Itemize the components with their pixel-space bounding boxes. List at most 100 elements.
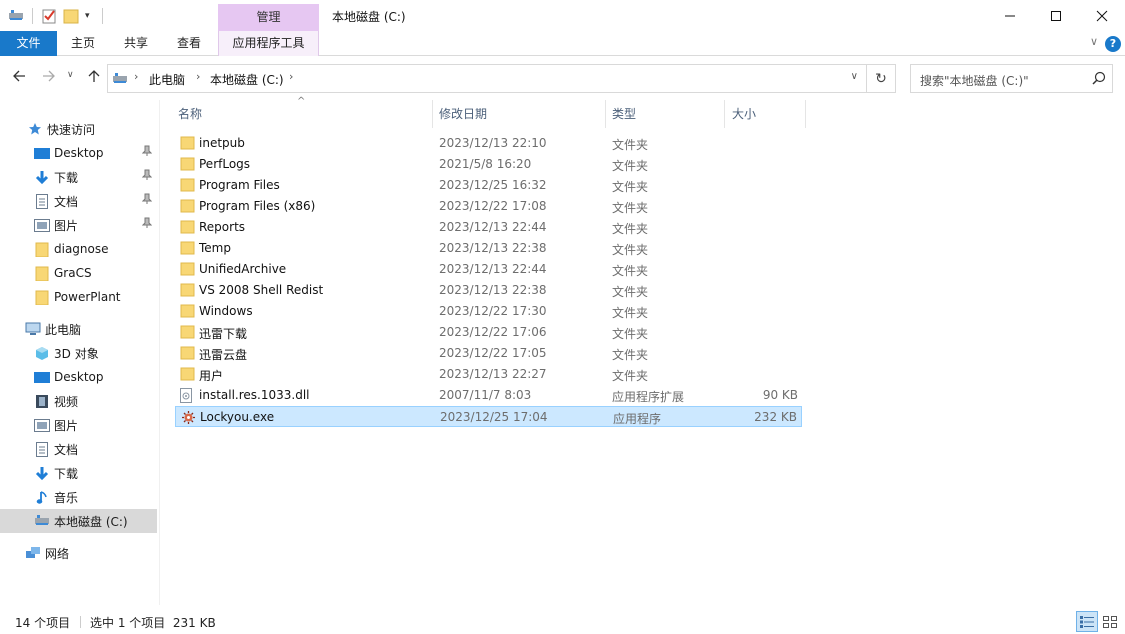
nav-pc-local-disk[interactable]: 本地磁盘 (C:): [0, 509, 157, 533]
maximize-button[interactable]: [1033, 0, 1079, 31]
file-row[interactable]: Temp 2023/12/13 22:38 文件夹: [175, 238, 802, 259]
file-row[interactable]: Windows 2023/12/22 17:30 文件夹: [175, 301, 802, 322]
column-header-date[interactable]: 修改日期: [435, 100, 605, 128]
file-row[interactable]: inetpub 2023/12/13 22:10 文件夹: [175, 133, 802, 154]
file-name: install.res.1033.dll: [199, 388, 310, 402]
tab-app-tools[interactable]: 应用程序工具: [218, 31, 319, 56]
nav-pc-3d-objects[interactable]: 3D 对象: [0, 341, 157, 365]
file-type: 文件夹: [612, 201, 649, 215]
details-view-icon: [1080, 615, 1094, 628]
file-row[interactable]: install.res.1033.dll 2007/11/7 8:03 应用程序扩展…: [175, 385, 802, 406]
breadcrumb-chevron-icon[interactable]: ›: [134, 70, 138, 83]
music-note-icon: [33, 489, 50, 505]
cube-3d-icon: [33, 345, 50, 361]
nav-quick-pictures[interactable]: 图片: [0, 213, 157, 237]
selection-info: 选中 1 个项目 231 KB: [90, 616, 216, 630]
new-folder-icon[interactable]: [63, 6, 79, 26]
file-row[interactable]: Program Files 2023/12/25 16:32 文件夹: [175, 175, 802, 196]
nav-quick-desktop[interactable]: Desktop: [0, 141, 157, 165]
file-row[interactable]: Program Files (x86) 2023/12/22 17:08 文件夹: [175, 196, 802, 217]
nav-quick-access[interactable]: 快速访问: [0, 117, 157, 141]
breadcrumb-this-pc[interactable]: 此电脑: [149, 71, 185, 88]
pin-icon[interactable]: [141, 145, 153, 160]
pin-icon[interactable]: [141, 217, 153, 232]
folder-icon: [180, 367, 195, 381]
search-box[interactable]: 搜索"本地磁盘 (C:)": [910, 64, 1113, 93]
tab-file[interactable]: 文件: [0, 31, 57, 56]
minimize-button[interactable]: [987, 0, 1033, 31]
exe-file-icon: [181, 410, 196, 424]
search-input[interactable]: 搜索"本地磁盘 (C:)": [920, 72, 1029, 89]
large-icons-view-button[interactable]: [1099, 611, 1121, 632]
pin-icon[interactable]: [141, 193, 153, 208]
title-bar: ▾ 管理 本地磁盘 (C:): [0, 0, 1125, 31]
breadcrumb-chevron-icon[interactable]: ›: [289, 70, 293, 83]
nav-this-pc[interactable]: 此电脑: [0, 317, 157, 341]
pin-icon[interactable]: [141, 169, 153, 184]
file-date: 2023/12/25 17:04: [440, 410, 548, 424]
close-button[interactable]: [1079, 0, 1125, 31]
back-arrow-icon[interactable]: [12, 69, 26, 87]
nav-quick-downloads[interactable]: 下载: [0, 165, 157, 189]
tab-share[interactable]: 共享: [116, 31, 156, 56]
details-view-button[interactable]: [1076, 611, 1098, 632]
nav-quick-documents[interactable]: 文档: [0, 189, 157, 213]
forward-arrow-icon[interactable]: [42, 69, 56, 87]
nav-pc-desktop[interactable]: Desktop: [0, 365, 157, 389]
file-row[interactable]: 迅雷云盘 2023/12/22 17:05 文件夹: [175, 343, 802, 364]
nav-pc-music[interactable]: 音乐: [0, 485, 157, 509]
up-arrow-icon[interactable]: [87, 69, 101, 87]
nav-label: 下载: [54, 466, 79, 481]
refresh-button[interactable]: ↻: [867, 64, 896, 93]
column-header-type[interactable]: 类型: [608, 100, 724, 128]
file-name: 迅雷云盘: [199, 348, 248, 362]
file-date: 2023/12/13 22:38: [439, 283, 547, 297]
pane-divider[interactable]: [159, 100, 160, 605]
file-row[interactable]: 迅雷下载 2023/12/22 17:06 文件夹: [175, 322, 802, 343]
nav-label: 本地磁盘 (C:): [54, 514, 128, 529]
file-row[interactable]: Reports 2023/12/13 22:44 文件夹: [175, 217, 802, 238]
nav-quick-diagnose[interactable]: diagnose: [0, 237, 157, 261]
nav-label: Desktop: [54, 370, 104, 384]
nav-pc-downloads[interactable]: 下载: [0, 461, 157, 485]
help-button[interactable]: ?: [1105, 36, 1121, 52]
file-type: 文件夹: [612, 159, 649, 173]
nav-quick-powerplant[interactable]: PowerPlant: [0, 285, 157, 309]
column-header-name[interactable]: 名称: [174, 100, 432, 128]
file-type: 文件夹: [612, 264, 649, 278]
network-icon: [24, 545, 41, 561]
document-icon: [33, 441, 50, 457]
folder-icon: [180, 283, 195, 297]
drive-icon: [112, 72, 128, 89]
file-row[interactable]: 用户 2023/12/13 22:27 文件夹: [175, 364, 802, 385]
file-row[interactable]: UnifiedArchive 2023/12/13 22:44 文件夹: [175, 259, 802, 280]
pictures-icon: [33, 417, 50, 433]
file-date: 2021/5/8 16:20: [439, 157, 532, 171]
nav-quick-gracs[interactable]: GraCS: [0, 261, 157, 285]
file-row[interactable]: VS 2008 Shell Redist 2023/12/13 22:38 文件夹: [175, 280, 802, 301]
expand-ribbon-chevron-icon[interactable]: ∨: [1090, 35, 1098, 48]
tab-view[interactable]: 查看: [169, 31, 209, 56]
file-row[interactable]: Lockyou.exe 2023/12/25 17:04 应用程序 232 KB: [175, 406, 802, 427]
nav-network[interactable]: 网络: [0, 541, 157, 565]
nav-label: Desktop: [54, 146, 104, 160]
nav-pc-pictures[interactable]: 图片: [0, 413, 157, 437]
tab-home[interactable]: 主页: [63, 31, 103, 56]
file-type: 文件夹: [612, 327, 649, 341]
address-history-chevron-icon[interactable]: ∨: [851, 71, 858, 82]
breadcrumb-chevron-icon[interactable]: ›: [196, 70, 200, 83]
nav-pc-documents[interactable]: 文档: [0, 437, 157, 461]
file-date: 2007/11/7 8:03: [439, 388, 532, 402]
nav-pc-videos[interactable]: 视频: [0, 389, 157, 413]
file-name: PerfLogs: [199, 157, 251, 171]
manage-tab[interactable]: 管理: [218, 4, 319, 31]
search-icon[interactable]: [1092, 71, 1106, 88]
breadcrumb-local-disk[interactable]: 本地磁盘 (C:): [210, 71, 284, 88]
file-row[interactable]: PerfLogs 2021/5/8 16:20 文件夹: [175, 154, 802, 175]
address-bar[interactable]: › 此电脑 › 本地磁盘 (C:) › ∨: [107, 64, 867, 93]
customize-toolbar-chevron-icon[interactable]: ▾: [85, 6, 90, 26]
drive-icon: [8, 6, 24, 26]
column-header-size[interactable]: 大小: [728, 100, 805, 128]
recent-locations-chevron-icon[interactable]: ∨: [67, 70, 74, 80]
properties-icon[interactable]: [41, 6, 57, 26]
